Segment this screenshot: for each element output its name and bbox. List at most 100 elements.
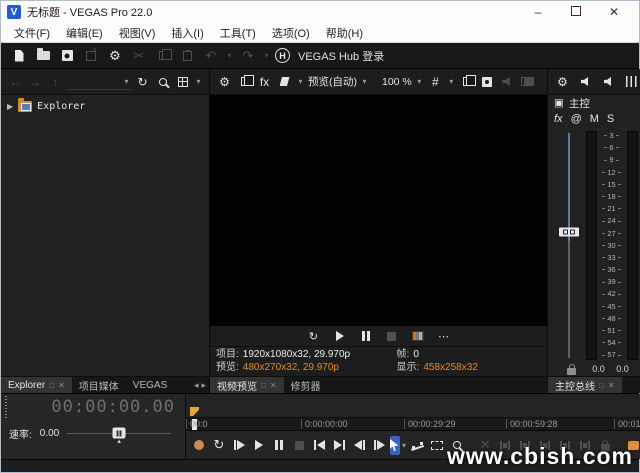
rate-slider[interactable]: ▲ <box>67 433 171 434</box>
menu-item[interactable]: 文件(F) <box>7 23 57 43</box>
split-screen-dropdown[interactable]: ▾ <box>296 77 305 86</box>
bus-properties-button[interactable]: ⚙ <box>554 73 571 91</box>
next-frame-button[interactable] <box>370 436 388 455</box>
go-to-start-button[interactable] <box>310 436 328 455</box>
open-button[interactable] <box>33 46 53 66</box>
new-project-button[interactable] <box>9 46 29 66</box>
address-dropdown[interactable]: ▾ <box>67 74 131 90</box>
more-options-button[interactable]: ⋯ <box>437 328 451 344</box>
undock-icon[interactable]: □ <box>599 381 604 390</box>
marker-flag-icon[interactable] <box>190 407 199 416</box>
up-button[interactable]: ↑ <box>47 73 64 91</box>
envelope-tool-button[interactable] <box>408 436 426 455</box>
menu-item[interactable]: 视图(V) <box>112 23 163 43</box>
solo-button[interactable]: S <box>607 113 614 125</box>
loop-playback-button[interactable]: ↻ <box>307 328 321 344</box>
menu-item[interactable]: 插入(I) <box>164 23 210 43</box>
stop-button[interactable] <box>290 436 308 455</box>
tree-item-explorer[interactable]: ▶ Explorer <box>7 101 203 112</box>
preview-play-button[interactable] <box>333 328 347 344</box>
tab-project-media[interactable]: 项目媒体 <box>72 377 126 393</box>
redo-button[interactable]: ↷ <box>238 46 258 66</box>
automation-button[interactable]: @ <box>571 113 582 125</box>
close-tab-icon[interactable]: ✕ <box>58 381 65 390</box>
zoom-chevron-icon[interactable]: ▾ <box>415 77 424 86</box>
vegas-hub-login[interactable]: VEGAS Hub 登录 <box>298 48 384 64</box>
video-fx-button[interactable]: fx <box>256 73 273 91</box>
tool-dropdown[interactable]: ▾ <box>402 441 406 450</box>
play-from-start-button[interactable] <box>230 436 248 455</box>
multicam-button[interactable] <box>411 328 425 344</box>
pause-button[interactable] <box>270 436 288 455</box>
record-button[interactable] <box>190 436 208 455</box>
undock-icon[interactable]: □ <box>49 381 54 390</box>
minimize-button[interactable]: – <box>519 5 557 19</box>
expand-arrow-icon[interactable]: ▶ <box>7 102 13 111</box>
back-button[interactable]: ← <box>7 73 24 91</box>
bus-fx-button[interactable]: fx <box>554 113 563 125</box>
video-display[interactable] <box>210 95 547 326</box>
rate-slider-handle[interactable] <box>113 428 126 439</box>
close-tab-icon[interactable]: ✕ <box>608 381 615 390</box>
external-monitor-button[interactable] <box>236 73 253 91</box>
cut-button[interactable]: ✂ <box>129 46 149 66</box>
close-tab-icon[interactable]: ✕ <box>270 381 277 390</box>
paste-button[interactable] <box>177 46 197 66</box>
maximize-button[interactable] <box>557 5 595 19</box>
normal-edit-tool-button[interactable] <box>390 436 400 455</box>
menu-item[interactable]: 帮助(H) <box>319 23 370 43</box>
drag-grip-icon[interactable] <box>3 396 13 418</box>
tab-scroll-right-icon[interactable]: ▸ <box>201 380 206 391</box>
tab-explorer[interactable]: Explorer □ ✕ <box>1 377 72 393</box>
preview-stop-button[interactable] <box>385 328 399 344</box>
undock-icon[interactable]: □ <box>261 381 266 390</box>
search-button[interactable] <box>154 73 171 91</box>
menu-item[interactable]: 工具(T) <box>213 23 263 43</box>
publish-button[interactable] <box>81 46 101 66</box>
tab-vegas[interactable]: VEGAS <box>126 377 174 393</box>
forward-button[interactable]: → <box>27 73 44 91</box>
play-button[interactable] <box>250 436 268 455</box>
go-to-end-button[interactable] <box>330 436 348 455</box>
volume-fader[interactable] <box>554 131 584 360</box>
tab-video-preview[interactable]: 视频预览 □ ✕ <box>210 377 284 393</box>
fader-handle-icon[interactable] <box>559 227 579 236</box>
dim-output-button[interactable] <box>600 73 617 91</box>
tab-scroll-left-icon[interactable]: ◂ <box>194 380 199 391</box>
loop-button[interactable]: ↻ <box>210 436 228 455</box>
tab-master-bus[interactable]: 主控总线 □ ✕ <box>548 377 622 393</box>
preview-quality-dropdown[interactable]: 预览(自动) <box>308 73 357 91</box>
zoom-level-value[interactable]: 100 % <box>382 73 412 91</box>
mixer-controls-button[interactable] <box>623 73 640 91</box>
save-snapshot-button[interactable] <box>479 73 496 91</box>
views-dropdown[interactable]: ▾ <box>194 77 203 86</box>
overlay-button[interactable] <box>499 73 516 91</box>
vegas-hub-icon[interactable]: H <box>275 48 290 63</box>
menu-item[interactable]: 编辑(E) <box>59 23 110 43</box>
refresh-button[interactable]: ↻ <box>134 73 151 91</box>
copy-button[interactable] <box>153 46 173 66</box>
close-button[interactable]: ✕ <box>595 5 633 19</box>
menu-item[interactable]: 选项(O) <box>265 23 317 43</box>
undo-dropdown[interactable]: ▾ <box>225 51 234 60</box>
mute-button[interactable]: M <box>590 113 599 125</box>
project-properties-button[interactable]: ⚙ <box>216 73 233 91</box>
marker-bar[interactable] <box>186 394 640 418</box>
save-button[interactable] <box>57 46 77 66</box>
previous-frame-button[interactable] <box>350 436 368 455</box>
timecode-display[interactable]: 00:00:00.00 <box>13 397 185 417</box>
redo-dropdown[interactable]: ▾ <box>262 51 271 60</box>
properties-button[interactable]: ⚙ <box>105 46 125 66</box>
fader-lock-icon[interactable] <box>567 368 576 375</box>
undo-button[interactable]: ↶ <box>201 46 221 66</box>
film-strip-button[interactable] <box>519 73 536 91</box>
split-screen-button[interactable] <box>276 73 293 91</box>
copy-snapshot-button[interactable] <box>459 73 476 91</box>
selection-tool-button[interactable] <box>428 436 446 455</box>
views-button[interactable] <box>174 73 191 91</box>
safe-area-dropdown[interactable]: ▾ <box>447 77 456 86</box>
insert-bus-button[interactable] <box>577 73 594 91</box>
time-ruler[interactable]: 0:00:00:00 00:00:29:29 00:00:59:28 00:01… <box>186 418 640 431</box>
tab-trimmer[interactable]: 修剪器 <box>284 377 328 393</box>
quality-chevron-icon[interactable]: ▾ <box>360 77 369 86</box>
